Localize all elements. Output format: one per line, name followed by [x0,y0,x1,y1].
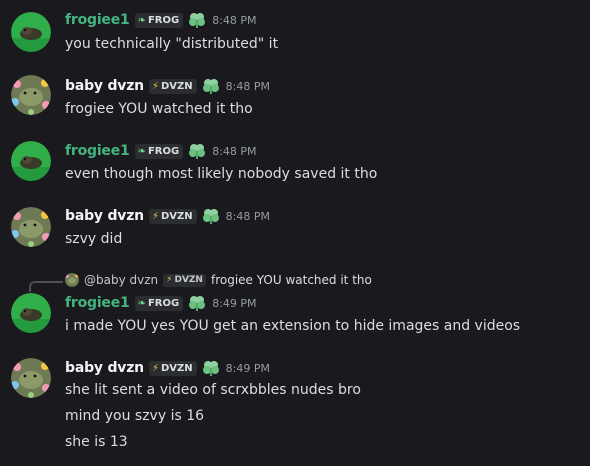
reply-guild-tag: ⚡ DVZN [163,273,206,287]
guild-tag[interactable]: ⚡ DVZN [148,208,197,224]
username[interactable]: baby dvzn [65,208,144,224]
message-text: frogiee YOU watched it tho [65,101,253,117]
timestamp[interactable]: 8:48 PM [226,80,270,93]
clover-icon [202,209,219,224]
username[interactable]: frogiee1 [65,143,130,159]
guild-tag[interactable]: ⚡ DVZN [148,360,197,376]
message-text: she lit sent a video of scrxbbles nudes … [65,382,361,398]
message-header: frogiee1 ❧ FROG 8:49 PM [65,295,257,311]
reply-connector [29,281,63,292]
clover-icon [202,79,219,94]
bolt-icon: ⚡ [151,362,159,374]
message-header: frogiee1 ❧ FROG 8:48 PM [65,12,257,28]
leaf-icon: ❧ [137,14,146,26]
clover-icon [189,144,206,159]
bolt-icon: ⚡ [151,80,159,92]
message-text: you technically "distributed" it [65,36,279,52]
avatar[interactable] [11,207,51,247]
timestamp[interactable]: 8:48 PM [212,14,256,27]
guild-tag[interactable]: ⚡ DVZN [148,78,197,94]
guild-tag[interactable]: ❧ FROG [134,12,184,28]
reply-text[interactable]: frogiee YOU watched it tho [211,273,372,287]
guild-tag[interactable]: ❧ FROG [134,143,184,159]
bolt-icon: ⚡ [151,210,159,222]
message-text: i made YOU yes YOU get an extension to h… [65,318,521,334]
message-text: even though most likely nobody saved it … [65,166,378,182]
message-text: she is 13 [65,434,128,450]
timestamp[interactable]: 8:49 PM [226,362,270,375]
chat-messages: frogiee1 ❧ FROG 8:48 PM you technically "… [0,0,590,466]
message-text: szvy did [65,231,123,247]
message-header: baby dvzn ⚡ DVZN 8:48 PM [65,208,270,224]
guild-tag[interactable]: ❧ FROG [134,295,184,311]
leaf-icon: ❧ [137,145,146,157]
avatar[interactable] [11,12,51,52]
timestamp[interactable]: 8:49 PM [212,297,256,310]
avatar[interactable] [11,75,51,115]
avatar[interactable] [11,293,51,333]
clover-icon [189,296,206,311]
reply-username[interactable]: @baby dvzn [84,273,158,287]
timestamp[interactable]: 8:48 PM [226,210,270,223]
message-header: baby dvzn ⚡ DVZN 8:48 PM [65,78,270,94]
message-text: mind you szvy is 16 [65,408,205,424]
timestamp[interactable]: 8:48 PM [212,145,256,158]
clover-icon [189,13,206,28]
username[interactable]: frogiee1 [65,12,130,28]
username[interactable]: baby dvzn [65,78,144,94]
reply-avatar [65,273,79,287]
username[interactable]: frogiee1 [65,295,130,311]
clover-icon [202,361,219,376]
leaf-icon: ❧ [137,297,146,309]
username[interactable]: baby dvzn [65,360,144,376]
avatar[interactable] [11,141,51,181]
bolt-icon: ⚡ [166,275,173,285]
avatar[interactable] [11,358,51,398]
message-header: frogiee1 ❧ FROG 8:48 PM [65,143,257,159]
message-header: baby dvzn ⚡ DVZN 8:49 PM [65,360,270,376]
